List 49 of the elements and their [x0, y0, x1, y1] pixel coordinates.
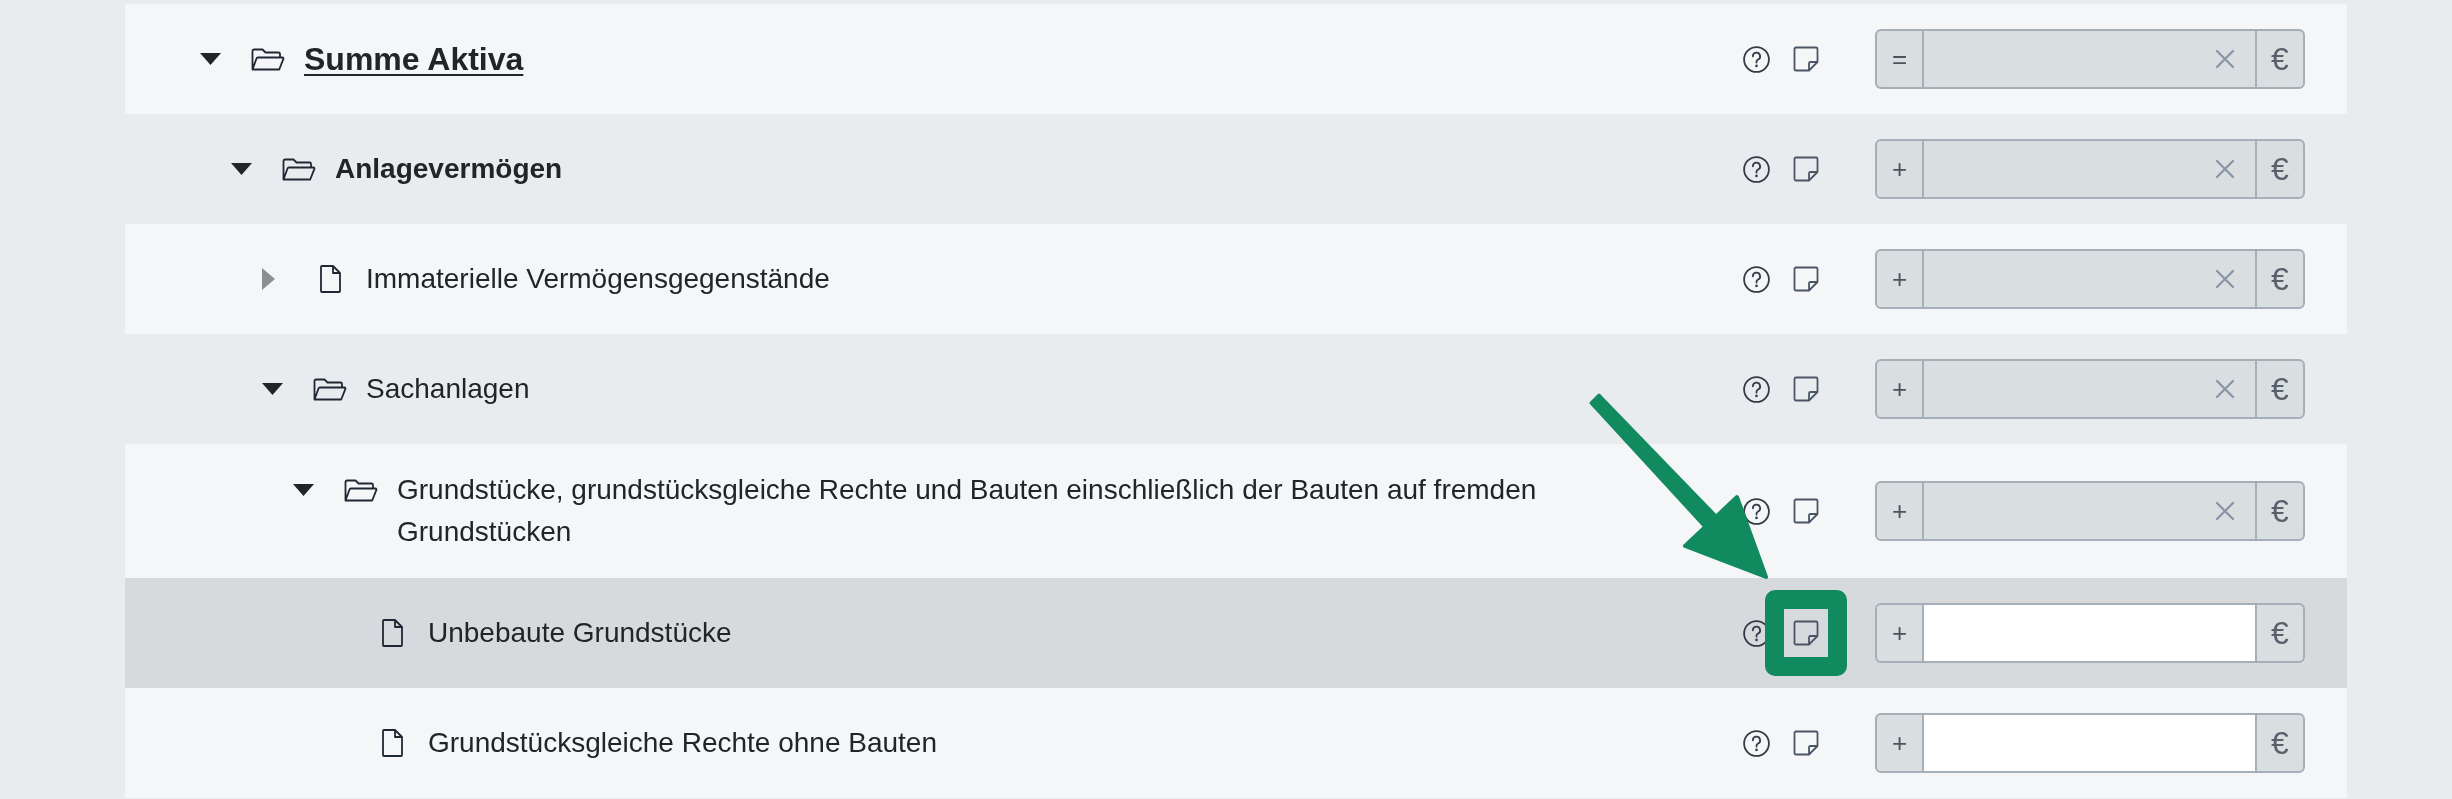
help-icon[interactable]	[1743, 265, 1770, 293]
operator-label: +	[1875, 249, 1924, 309]
operator-label: +	[1875, 359, 1924, 419]
operator-label: +	[1875, 481, 1924, 541]
caret-icon[interactable]	[293, 484, 314, 496]
operator-label: +	[1875, 603, 1924, 663]
help-icon[interactable]	[1743, 45, 1770, 73]
caret-icon[interactable]	[200, 53, 221, 65]
file-icon	[381, 619, 403, 647]
help-icon[interactable]	[1743, 729, 1770, 757]
caret-icon[interactable]	[262, 383, 283, 395]
amount-input[interactable]	[1924, 603, 2255, 663]
row-label: Immaterielle Vermögensgegenstände	[366, 262, 830, 296]
amount-input[interactable]	[1924, 713, 2255, 773]
note-icon[interactable]	[1793, 46, 1819, 72]
help-icon[interactable]	[1743, 497, 1770, 525]
folder-icon	[313, 377, 347, 401]
row-label: Summe Aktiva	[304, 40, 524, 79]
currency-label: €	[2255, 359, 2305, 419]
currency-label: €	[2255, 249, 2305, 309]
row-label: Grundstücksgleiche Rechte ohne Bauten	[428, 726, 937, 760]
caret-icon[interactable]	[231, 163, 252, 175]
currency-label: €	[2255, 139, 2305, 199]
currency-label: €	[2255, 29, 2305, 89]
row-label: Grundstücke, grundstücksgleiche Rechte und Bauten einschließlich der Bauten auf fremden Grundstücken	[397, 473, 1538, 549]
tree-row[interactable]: Unbebaute Grundstücke + €	[125, 578, 2347, 688]
folder-icon	[344, 478, 378, 502]
note-icon[interactable]	[1793, 376, 1819, 402]
file-icon	[319, 265, 341, 293]
note-icon[interactable]	[1793, 156, 1819, 182]
operator-label: +	[1875, 139, 1924, 199]
note-icon[interactable]	[1793, 730, 1819, 756]
row-label: Unbebaute Grundstücke	[428, 616, 732, 650]
file-icon	[381, 729, 403, 757]
note-icon[interactable]	[1793, 266, 1819, 292]
row-label: Anlagevermögen	[335, 152, 563, 186]
currency-label: €	[2255, 603, 2305, 663]
folder-icon	[251, 47, 285, 71]
currency-label: €	[2255, 481, 2305, 541]
operator-label: +	[1875, 713, 1924, 773]
tree-row[interactable]: Grundstücksgleiche Rechte ohne Bauten + €	[125, 688, 2347, 798]
row-label: Sachanlagen	[366, 372, 530, 406]
note-icon[interactable]	[1793, 498, 1819, 524]
note-icon[interactable]	[1793, 620, 1819, 646]
help-icon[interactable]	[1743, 155, 1770, 183]
help-icon[interactable]	[1743, 375, 1770, 403]
operator-label: =	[1875, 29, 1924, 89]
folder-icon	[282, 157, 316, 181]
currency-label: €	[2255, 713, 2305, 773]
